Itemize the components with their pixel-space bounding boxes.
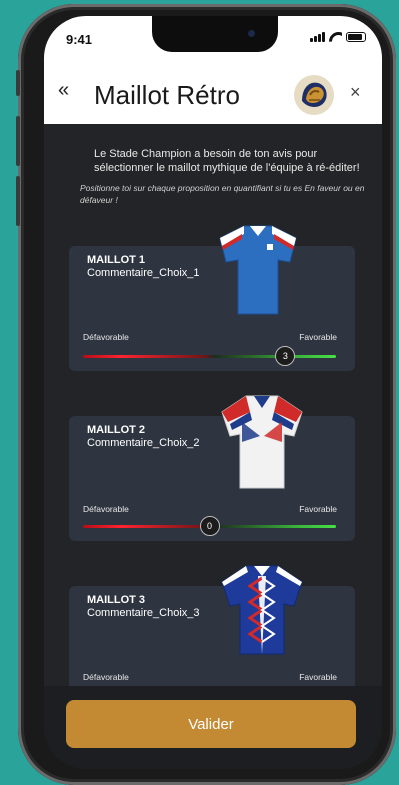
status-time: 9:41 bbox=[66, 32, 93, 47]
battery-icon bbox=[346, 32, 366, 42]
status-bar: 9:41 bbox=[44, 16, 382, 58]
card-title: MAILLOT 1 bbox=[87, 254, 146, 266]
intro-text: Le Stade Champion a besoin de ton avis p… bbox=[94, 148, 360, 174]
team-crest-icon bbox=[294, 75, 334, 115]
status-icons bbox=[310, 32, 366, 42]
rating-slider[interactable]: 3 bbox=[83, 346, 336, 366]
jersey-card-1: MAILLOT 1 Commentaire_Choix_1 Défavorabl… bbox=[69, 246, 355, 371]
back-button[interactable]: « bbox=[58, 80, 69, 100]
intro-hint: Positionne toi sur chaque proposition en… bbox=[80, 183, 365, 205]
slider-thumb[interactable]: 3 bbox=[275, 346, 296, 366]
jersey-1-image bbox=[219, 225, 297, 315]
card-comment: Commentaire_Choix_2 bbox=[87, 437, 200, 449]
close-button[interactable]: × bbox=[350, 82, 361, 102]
rating-slider[interactable]: 0 bbox=[83, 516, 336, 536]
card-title: MAILLOT 2 bbox=[87, 424, 146, 436]
card-title: MAILLOT 3 bbox=[87, 594, 146, 606]
favorable-label: Favorable bbox=[299, 332, 337, 342]
notch bbox=[152, 16, 278, 52]
card-comment: Commentaire_Choix_1 bbox=[87, 267, 200, 279]
unfavorable-label: Défavorable bbox=[83, 332, 129, 342]
app-screen: 9:41 « Maillot Rétro × Le Stade Champion… bbox=[44, 16, 382, 769]
jersey-card-2: MAILLOT 2 Commentaire_Choix_2 Défavorabl… bbox=[69, 416, 355, 541]
favorable-label: Favorable bbox=[299, 504, 337, 514]
battery-fill bbox=[348, 34, 362, 40]
favorable-label: Favorable bbox=[299, 672, 337, 682]
slider-thumb[interactable]: 0 bbox=[199, 516, 220, 536]
slider-track bbox=[83, 355, 336, 358]
jersey-3-image bbox=[221, 565, 303, 655]
unfavorable-label: Défavorable bbox=[83, 504, 129, 514]
volume-down-button bbox=[16, 176, 20, 226]
app-header: « Maillot Rétro × bbox=[44, 58, 382, 124]
signal-icon bbox=[310, 32, 325, 42]
page-title: Maillot Rétro bbox=[94, 80, 240, 110]
card-comment: Commentaire_Choix_3 bbox=[87, 607, 200, 619]
wifi-icon bbox=[329, 32, 342, 42]
validate-button[interactable]: Valider bbox=[66, 700, 356, 748]
front-camera-icon bbox=[248, 30, 255, 37]
volume-up-button bbox=[16, 116, 20, 166]
jersey-2-image bbox=[221, 395, 303, 489]
silent-switch bbox=[16, 70, 20, 96]
bottom-bar: Valider bbox=[44, 686, 382, 769]
unfavorable-label: Défavorable bbox=[83, 672, 129, 682]
